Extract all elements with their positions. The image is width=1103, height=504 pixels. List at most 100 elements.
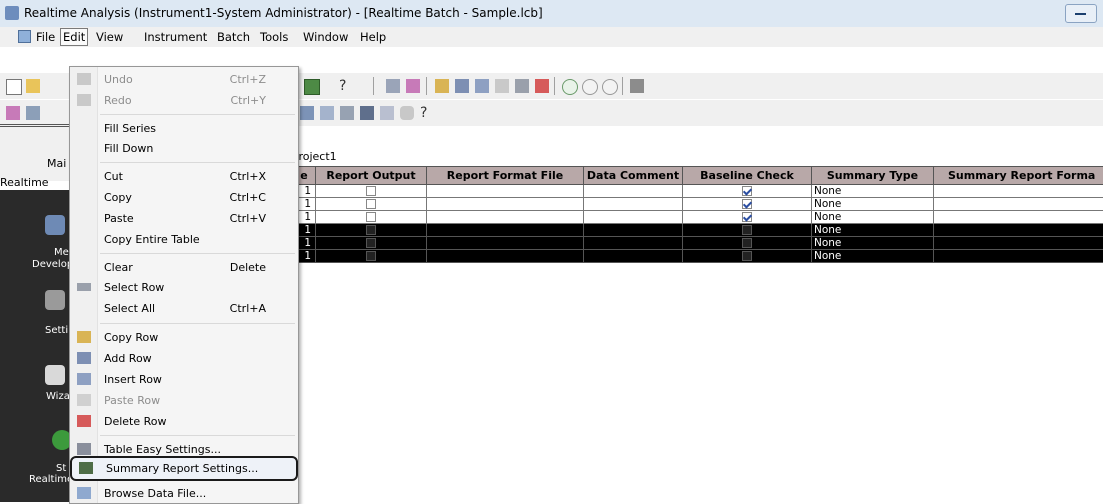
report-format-file-cell[interactable] <box>427 185 584 198</box>
wizard-icon[interactable] <box>45 365 65 385</box>
menu-tools[interactable]: Tools <box>260 30 288 44</box>
menu-batch[interactable]: Batch <box>217 30 250 44</box>
summary-type-cell[interactable]: None <box>812 224 934 237</box>
menu-item-select-row[interactable]: Select Row <box>70 277 298 298</box>
summary-report-format-cell[interactable] <box>934 237 1103 250</box>
report-output-cell[interactable] <box>316 250 427 263</box>
report-output-cell[interactable] <box>316 224 427 237</box>
menu-item-copy-row[interactable]: Copy Row <box>70 327 298 348</box>
play-icon[interactable] <box>562 79 578 95</box>
menu-file[interactable]: File <box>36 30 55 44</box>
menu-item-redo[interactable]: Redo Ctrl+Y <box>70 90 298 111</box>
checkbox[interactable] <box>742 199 752 209</box>
document-icon[interactable] <box>18 30 31 43</box>
menu-window[interactable]: Window <box>303 30 348 44</box>
delete-row-icon[interactable] <box>535 79 549 93</box>
data-comment-cell[interactable] <box>584 211 683 224</box>
table-row[interactable]: 1None <box>293 224 1103 237</box>
column-header[interactable]: Data Comment <box>584 167 683 185</box>
method-development-icon[interactable] <box>45 215 65 235</box>
menu-view[interactable]: View <box>96 30 123 44</box>
summary-report-format-cell[interactable] <box>934 224 1103 237</box>
menu-help[interactable]: Help <box>360 30 386 44</box>
data-comment-cell[interactable] <box>584 185 683 198</box>
summary-type-cell[interactable]: None <box>812 185 934 198</box>
checkbox[interactable] <box>366 251 376 261</box>
baseline-check-cell[interactable] <box>683 198 812 211</box>
copy-row-icon[interactable] <box>435 79 449 93</box>
report-format-file-cell[interactable] <box>427 224 584 237</box>
checkbox[interactable] <box>366 199 376 209</box>
checkbox[interactable] <box>742 212 752 222</box>
open-icon[interactable] <box>26 79 40 93</box>
summary-report-format-cell[interactable] <box>934 198 1103 211</box>
baseline-check-cell[interactable] <box>683 237 812 250</box>
context-help-icon[interactable]: ? <box>420 105 427 121</box>
menu-item-copy-entire-table[interactable]: Copy Entire Table <box>70 229 298 250</box>
table-row[interactable]: 1None <box>293 198 1103 211</box>
table-row[interactable]: 1None <box>293 211 1103 224</box>
menu-item-fill-down[interactable]: Fill Down <box>70 138 298 159</box>
menu-item-undo[interactable]: Undo Ctrl+Z <box>70 69 298 90</box>
table-row[interactable]: 1None <box>293 250 1103 263</box>
settings-icon[interactable] <box>26 106 40 120</box>
menu-item-table-easy-settings[interactable]: Table Easy Settings... <box>70 439 298 460</box>
checkbox[interactable] <box>742 225 752 235</box>
report-output-cell[interactable] <box>316 198 427 211</box>
stop-badge-icon[interactable] <box>400 106 414 120</box>
checkbox[interactable] <box>366 186 376 196</box>
menu-item-fill-series[interactable]: Fill Series <box>70 118 298 139</box>
summary-report-format-cell[interactable] <box>934 211 1103 224</box>
data-comment-cell[interactable] <box>584 250 683 263</box>
menu-item-delete-row[interactable]: Delete Row <box>70 411 298 432</box>
batch-settings-icon[interactable] <box>406 79 420 93</box>
checkbox[interactable] <box>366 238 376 248</box>
table-row[interactable]: 1None <box>293 237 1103 250</box>
menu-item-cut[interactable]: Cut Ctrl+X <box>70 166 298 187</box>
sort-icon[interactable] <box>340 106 354 120</box>
summary-report-format-cell[interactable] <box>934 185 1103 198</box>
report-format-file-cell[interactable] <box>427 211 584 224</box>
report-format-file-cell[interactable] <box>427 250 584 263</box>
menu-item-paste-row[interactable]: Paste Row <box>70 390 298 411</box>
baseline-check-cell[interactable] <box>683 224 812 237</box>
report-format-file-cell[interactable] <box>427 198 584 211</box>
data-comment-cell[interactable] <box>584 237 683 250</box>
table-settings-icon[interactable] <box>300 106 314 120</box>
fill-down-icon[interactable] <box>320 106 334 120</box>
summary-type-cell[interactable]: None <box>812 211 934 224</box>
insert-row-icon[interactable] <box>475 79 489 93</box>
select-row-icon[interactable] <box>515 79 529 93</box>
summary-report-format-cell[interactable] <box>934 250 1103 263</box>
batch-wizard-icon[interactable] <box>6 106 20 120</box>
menu-item-browse-data-file[interactable]: Browse Data File... <box>70 483 298 504</box>
menu-item-add-row[interactable]: Add Row <box>70 348 298 369</box>
menu-item-insert-row[interactable]: Insert Row <box>70 369 298 390</box>
report-output-cell[interactable] <box>316 211 427 224</box>
baseline-check-cell[interactable] <box>683 250 812 263</box>
table-row[interactable]: 1None <box>293 185 1103 198</box>
checkbox[interactable] <box>742 251 752 261</box>
add-row-icon[interactable] <box>455 79 469 93</box>
menu-item-summary-report-settings[interactable]: Summary Report Settings... <box>72 458 296 479</box>
checkbox[interactable] <box>742 186 752 196</box>
data-comment-cell[interactable] <box>584 224 683 237</box>
pause-icon[interactable] <box>582 79 598 95</box>
stop-icon[interactable] <box>602 79 618 95</box>
data-comment-cell[interactable] <box>584 198 683 211</box>
summary-type-cell[interactable]: None <box>812 250 934 263</box>
instrument-icon[interactable] <box>630 79 644 93</box>
help-icon[interactable]: ? <box>339 78 346 94</box>
checkbox[interactable] <box>366 212 376 222</box>
report-output-cell[interactable] <box>316 185 427 198</box>
report-output-cell[interactable] <box>316 237 427 250</box>
menu-item-paste[interactable]: Paste Ctrl+V <box>70 208 298 229</box>
checkbox[interactable] <box>742 238 752 248</box>
paste-row-icon[interactable] <box>495 79 509 93</box>
text-icon[interactable] <box>380 106 394 120</box>
grid-icon[interactable] <box>304 79 320 95</box>
tab-main[interactable]: Mai <box>47 157 66 170</box>
new-icon[interactable] <box>6 79 22 95</box>
summary-type-cell[interactable]: None <box>812 198 934 211</box>
menu-item-copy[interactable]: Copy Ctrl+C <box>70 187 298 208</box>
